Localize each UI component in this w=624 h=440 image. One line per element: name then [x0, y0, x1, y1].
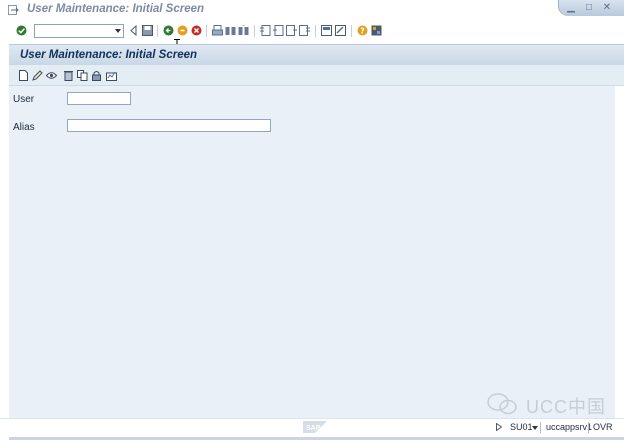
- toolbar-divider: [157, 25, 158, 37]
- command-input[interactable]: [35, 25, 111, 38]
- toolbar-divider: [206, 25, 207, 37]
- user-label: User: [13, 94, 35, 105]
- change-icon[interactable]: [32, 70, 43, 81]
- toolbar-divider: [254, 25, 255, 37]
- transaction-code: SU01: [510, 422, 533, 432]
- maximize-icon[interactable]: □: [583, 2, 595, 13]
- title-bar: User Maintenance: Initial Screen ▁ □ ✕: [0, 0, 624, 20]
- create-session-icon[interactable]: [321, 25, 332, 36]
- toolbar-divider: [351, 25, 352, 37]
- user-input[interactable]: [67, 92, 131, 105]
- previous-page-icon[interactable]: [273, 25, 284, 36]
- lock-icon[interactable]: [91, 70, 102, 81]
- find-icon[interactable]: [225, 25, 236, 36]
- help-icon[interactable]: ?: [357, 25, 368, 36]
- exit-icon[interactable]: [177, 25, 188, 36]
- right-gutter: [615, 86, 624, 418]
- window-controls: ▁ □ ✕: [558, 0, 624, 16]
- main-content: [9, 86, 615, 418]
- shortcut-icon[interactable]: [335, 25, 346, 36]
- documentation-icon[interactable]: [106, 70, 117, 81]
- cancel-icon[interactable]: [191, 25, 202, 36]
- page-title: User Maintenance: Initial Screen: [20, 49, 198, 61]
- chevron-down-icon[interactable]: [532, 426, 538, 430]
- application-toolbar: [9, 65, 624, 86]
- standard-toolbar: ?: [0, 20, 624, 42]
- toolbar-divider: [315, 25, 316, 37]
- last-page-icon[interactable]: [299, 25, 310, 36]
- window-title: User Maintenance: Initial Screen: [27, 3, 205, 15]
- command-field[interactable]: [34, 24, 124, 38]
- back-icon[interactable]: [128, 25, 139, 36]
- save-icon[interactable]: [142, 25, 153, 36]
- first-page-icon[interactable]: [260, 25, 271, 36]
- enter-icon[interactable]: [16, 25, 27, 36]
- insert-mode[interactable]: OVR: [593, 422, 613, 432]
- status-divider: [540, 422, 541, 433]
- next-page-icon[interactable]: [286, 25, 297, 36]
- delete-icon[interactable]: [63, 70, 74, 81]
- status-expand-icon[interactable]: [496, 423, 502, 431]
- alias-label: Alias: [13, 122, 35, 133]
- app-menu-icon[interactable]: [8, 5, 19, 15]
- find-next-icon[interactable]: [238, 25, 249, 36]
- sap-logo: SAP: [303, 421, 327, 433]
- minimize-icon[interactable]: ▁: [565, 2, 577, 13]
- copy-icon[interactable]: [77, 70, 88, 81]
- print-icon[interactable]: [212, 25, 223, 36]
- wechat-watermark-icon: [487, 393, 517, 415]
- back-nav-icon[interactable]: [163, 25, 174, 36]
- create-icon[interactable]: [18, 70, 29, 81]
- screen-header: User Maintenance: Initial Screen: [9, 44, 624, 65]
- watermark-text: UCC中国: [526, 397, 606, 417]
- chevron-down-icon[interactable]: [115, 29, 121, 33]
- svg-text:?: ?: [360, 27, 365, 36]
- svg-text:SAP: SAP: [306, 425, 321, 432]
- server-name: uccappsrv1: [546, 422, 593, 432]
- layout-icon[interactable]: [371, 25, 382, 36]
- status-divider: [588, 422, 589, 433]
- alias-input[interactable]: [67, 119, 271, 132]
- close-icon[interactable]: ✕: [601, 2, 613, 13]
- status-bar: SAP SU01 uccappsrv1 OVR: [0, 418, 624, 440]
- display-icon[interactable]: [46, 70, 57, 81]
